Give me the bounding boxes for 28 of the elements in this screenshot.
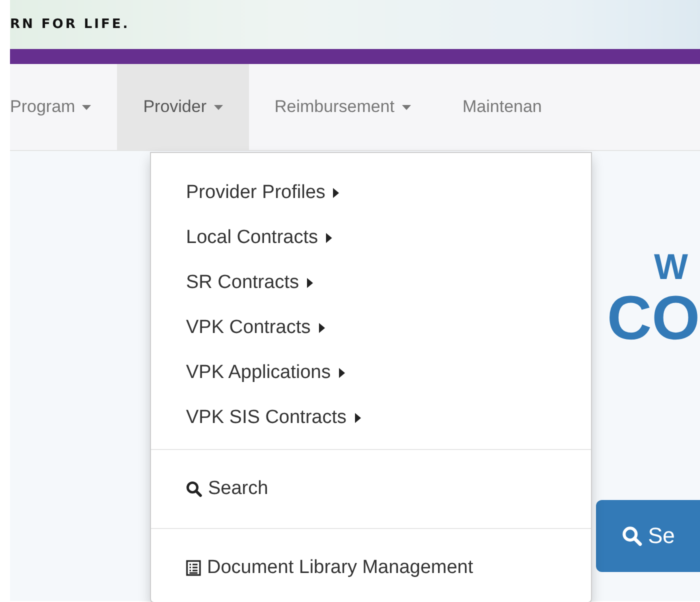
search-icon [186,481,202,497]
caret-right-icon [338,368,345,378]
title-text: CO [607,288,700,350]
search-button[interactable]: Se [596,500,700,572]
nav-menu-item[interactable]: Reimbursement [248,64,436,150]
nav-menu-item[interactable]: Program [10,64,118,150]
menu-item[interactable]: VPK SIS Contracts [151,395,591,440]
caret-icon [402,104,410,110]
caret-right-icon [318,322,325,332]
menu-item[interactable]: Document Library Management [151,538,591,598]
caret-icon [82,104,92,110]
caret-right-icon [326,232,332,242]
menu-item[interactable]: Local Contracts [151,215,591,260]
tagline: RN FOR LIFE. [10,17,130,32]
caret-icon [214,104,222,110]
caret-right-icon [333,188,340,198]
search-icon [622,526,642,546]
menu-item[interactable]: VPK Contracts [151,305,591,350]
menu-item[interactable]: Search [151,459,591,519]
heading-text: W [654,246,688,288]
nav-menu-item[interactable]: Provider [117,64,248,150]
caret-right-icon [354,412,361,422]
list-icon [186,560,201,576]
caret-right-icon [306,278,313,288]
nav-menu-item[interactable]: Maintenan [436,64,568,150]
menu-item[interactable]: VPK Applications [151,350,591,395]
menu-item[interactable]: Provider Profiles [151,170,591,215]
menu-item[interactable]: SR Contracts [151,260,591,305]
